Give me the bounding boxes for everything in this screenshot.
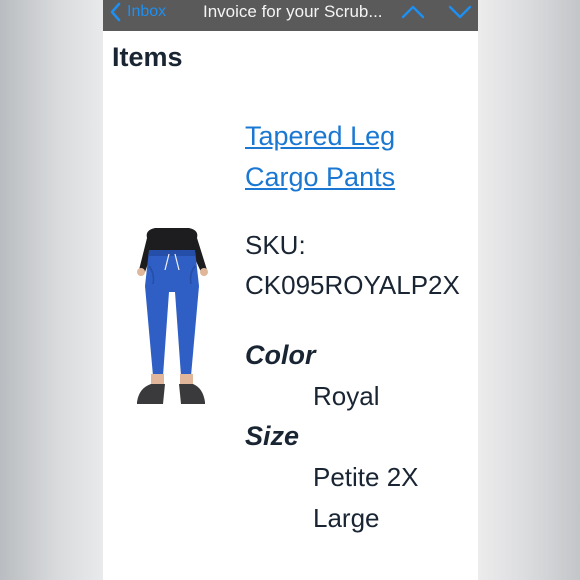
message-subject-title: Invoice for your Scrub...	[203, 2, 383, 21]
chevron-left-icon	[110, 2, 121, 22]
product-name-line1: Tapered Leg	[245, 121, 396, 151]
items-heading: Items	[112, 42, 183, 72]
size-label: Size	[245, 421, 300, 451]
size-value-line2: Large	[313, 503, 380, 533]
color-label: Color	[245, 340, 316, 370]
sku-label: SKU:	[245, 230, 306, 260]
size-value-line1: Petite 2X	[313, 462, 419, 492]
chevron-down-icon[interactable]	[448, 2, 472, 22]
back-to-inbox-button[interactable]: Inbox	[109, 0, 166, 24]
navigation-bar: Inbox Invoice for your Scrub...	[103, 0, 478, 31]
chevron-up-icon[interactable]	[401, 2, 425, 22]
product-name-link[interactable]: Tapered Leg Cargo Pants	[245, 116, 475, 198]
product-image	[137, 228, 208, 404]
background-left	[0, 0, 103, 580]
color-value: Royal	[313, 381, 380, 411]
product-name-line2: Cargo Pants	[245, 162, 396, 192]
sku-value: CK095ROYALP2X	[245, 270, 460, 300]
back-button-label: Inbox	[127, 3, 167, 20]
email-screen: Inbox Invoice for your Scrub... Items Ta…	[103, 0, 478, 580]
background-right	[478, 0, 580, 580]
